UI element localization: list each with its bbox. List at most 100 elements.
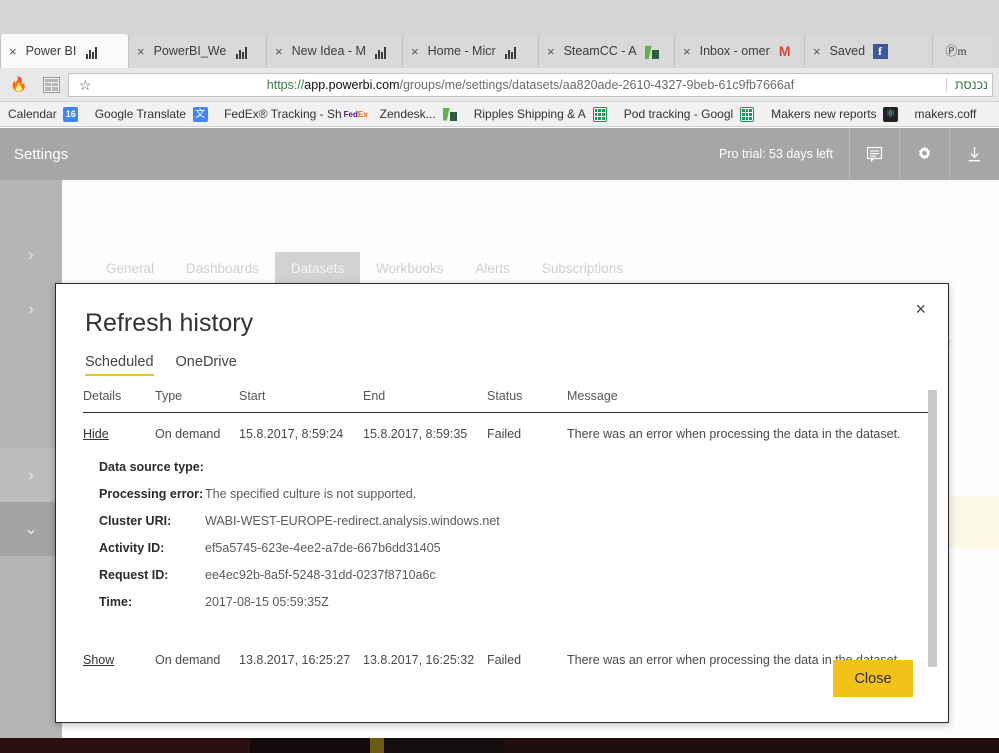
close-button[interactable]: Close <box>833 660 913 697</box>
close-icon[interactable]: × <box>909 296 932 322</box>
green-doc-icon <box>442 106 458 122</box>
tab-workbooks[interactable]: Workbooks <box>360 252 459 285</box>
browser-tab-0[interactable]: × Power BI <box>0 34 128 68</box>
tab-scheduled[interactable]: Scheduled <box>85 354 154 376</box>
close-icon[interactable]: × <box>9 45 17 58</box>
tab-title: PowerBI_We <box>153 44 227 58</box>
detail-label: Time: <box>99 595 133 609</box>
strip-segment <box>0 738 250 753</box>
bookmark-label: Makers new reports <box>771 107 877 121</box>
close-icon[interactable]: × <box>683 45 691 58</box>
browser-tabstrip: × Power BI × PowerBI_We × New Idea - M ×… <box>0 0 999 68</box>
sidebar-item-workspaces[interactable]: ⌄ <box>0 502 62 556</box>
powerbi-icon <box>503 43 519 59</box>
tab-title: New Idea - M <box>291 44 366 58</box>
cell-status: Failed <box>487 653 522 667</box>
download-icon[interactable] <box>949 128 999 180</box>
url-text: https://app.powerbi.com/groups/me/settin… <box>69 78 992 92</box>
cell-start: 13.8.2017, 16:25:27 <box>239 653 351 667</box>
close-icon[interactable]: × <box>137 45 145 58</box>
gear-icon[interactable] <box>899 128 949 180</box>
detail-activity-id: Activity ID: ef5a5745-623e-4ee2-a7de-667… <box>83 537 936 564</box>
browser-tab-5[interactable]: × Inbox - omer M <box>674 34 804 68</box>
table-row: Show On demand 13.8.2017, 16:25:27 13.8.… <box>83 639 936 680</box>
show-details-link[interactable]: Show <box>83 653 114 667</box>
tab-title: Power BI <box>25 44 77 58</box>
tab-alerts[interactable]: Alerts <box>459 252 526 285</box>
sidebar-item-gap <box>0 336 62 448</box>
chevron-right-icon: › <box>28 299 34 318</box>
facebook-icon: f <box>872 43 888 59</box>
tab-dashboards[interactable]: Dashboards <box>170 252 275 285</box>
bookmark-label: FedEx® Tracking - Sh <box>224 107 342 121</box>
address-bar[interactable]: ☆ https://app.powerbi.com/groups/me/sett… <box>68 72 993 97</box>
browser-tab-6[interactable]: × Saved f <box>804 34 932 68</box>
refresh-history-table-wrap: Details Type Start End Status Message Hi… <box>83 389 936 684</box>
flame-extension-icon[interactable]: 🔥 <box>6 73 32 97</box>
column-header-start: Start <box>239 389 363 413</box>
bookmark-label: Ripples Shipping & A <box>473 107 586 121</box>
browser-tab-2[interactable]: × New Idea - M <box>266 34 402 68</box>
hide-details-link[interactable]: Hide <box>83 427 109 441</box>
cell-details: Show <box>83 639 155 680</box>
sidebar-item-apps[interactable]: › <box>0 448 62 502</box>
settings-tab-list: General Dashboards Datasets Workbooks Al… <box>90 252 639 285</box>
details-list: Data source type: Processing error: The … <box>83 456 936 626</box>
bookmark-label: makers.coff <box>914 107 977 121</box>
strip-segment <box>370 738 384 753</box>
table-row-details: Data source type: Processing error: The … <box>83 454 936 639</box>
close-icon[interactable]: × <box>275 45 283 58</box>
bookmark-google-translate[interactable]: Google Translate 文 <box>87 106 216 122</box>
tab-onedrive[interactable]: OneDrive <box>176 354 237 376</box>
tab-datasets[interactable]: Datasets <box>274 252 361 285</box>
detail-label: Data source type: <box>99 460 204 474</box>
tab-title: Home - Micr <box>427 44 496 58</box>
sidebar-item-spacer <box>0 180 62 228</box>
google-sheets-icon <box>739 106 755 122</box>
react-atom-icon: ⚛ <box>883 106 899 122</box>
feedback-icon[interactable] <box>849 128 899 180</box>
browser-tab-1[interactable]: × PowerBI_We <box>128 34 266 68</box>
apps-grid-icon[interactable] <box>38 73 64 97</box>
close-icon[interactable]: × <box>813 45 821 58</box>
browser-tab-7[interactable]: Ⓟm <box>932 34 992 68</box>
sidebar-item-recent[interactable]: › <box>0 282 62 336</box>
detail-label: Activity ID: <box>99 541 165 555</box>
page-title: Settings <box>14 145 69 163</box>
app-sidebar: › › › ⌄ <box>0 180 62 738</box>
close-icon[interactable]: × <box>411 45 419 58</box>
sidebar-item-favorites[interactable]: › <box>0 228 62 282</box>
cell-end: 13.8.2017, 16:25:32 <box>363 653 475 667</box>
bookmark-makers-coffee[interactable]: makers.coff <box>907 107 985 121</box>
bookmark-fedex-tracking[interactable]: FedEx® Tracking - Sh FedEx <box>216 106 372 122</box>
bookmark-ripples-shipping[interactable]: Ripples Shipping & A <box>466 106 616 122</box>
gmail-icon: M <box>778 43 791 59</box>
cell-message: There was an error when processing the d… <box>567 427 901 441</box>
column-header-type: Type <box>155 389 239 413</box>
browser-tab-3[interactable]: × Home - Micr <box>402 34 538 68</box>
cell-details: Hide <box>83 413 155 455</box>
url-scheme: https:// <box>266 77 305 92</box>
desktop-bottom-strip <box>0 738 999 753</box>
table-header-row: Details Type Start End Status Message <box>83 389 936 413</box>
detail-processing-error: Processing error: The specified culture … <box>83 483 936 510</box>
bookmark-pod-tracking[interactable]: Pod tracking - Googl <box>616 106 763 122</box>
detail-time: Time: 2017-08-15 05:59:35Z <box>83 591 936 618</box>
bookmark-zendesk[interactable]: Zendesk... <box>372 106 466 122</box>
bookmark-calendar[interactable]: Calendar 16 <box>0 106 87 122</box>
cell-start: 15.8.2017, 8:59:24 <box>239 427 344 441</box>
detail-value: The specified culture is not supported. <box>205 487 417 501</box>
tab-general[interactable]: General <box>90 252 170 285</box>
browser-tab-4[interactable]: × SteamCC - A <box>538 34 674 68</box>
tab-subscriptions[interactable]: Subscriptions <box>526 252 639 285</box>
bookmark-makers-new-reports[interactable]: Makers new reports ⚛ <box>763 106 906 122</box>
detail-label: Request ID: <box>99 568 169 582</box>
table-header: Details Type Start End Status Message <box>83 389 936 413</box>
close-icon[interactable]: × <box>547 45 555 58</box>
powerbi-icon <box>83 43 99 59</box>
dialog-scrollbar[interactable] <box>928 390 937 667</box>
column-header-message: Message <box>567 389 936 413</box>
dialog-tab-list: Scheduled OneDrive <box>85 354 237 376</box>
url-suffix-text: נכנסת <box>945 77 988 92</box>
detail-value: 2017-08-15 05:59:35Z <box>205 595 329 609</box>
